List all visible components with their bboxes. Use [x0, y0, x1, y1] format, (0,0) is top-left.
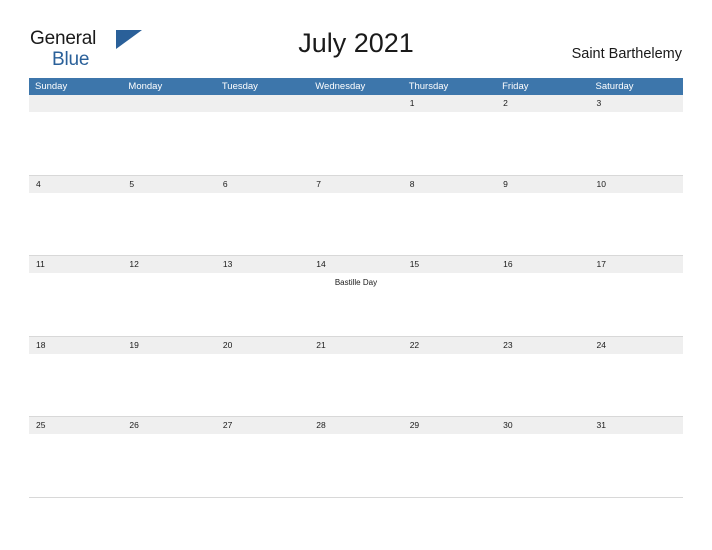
day-number: 25 [29, 417, 123, 434]
calendar-week-row: 18 19 20 21 22 23 24 [29, 336, 683, 417]
day-cell [309, 95, 403, 175]
day-number: 18 [29, 336, 123, 354]
dow-thursday: Thursday [408, 81, 449, 92]
day-cell[interactable]: 25 [29, 417, 123, 497]
day-cell[interactable]: 4 [29, 175, 123, 256]
day-number [29, 95, 123, 112]
day-cell[interactable]: 15 [402, 256, 497, 336]
day-number [122, 95, 216, 112]
day-number: 17 [589, 256, 683, 273]
day-number [309, 95, 403, 112]
calendar-week-row: 1 2 3 [29, 95, 683, 176]
day-number: 2 [496, 95, 590, 112]
calendar-grid: Sunday Monday Tuesday Wednesday Thursday… [29, 78, 683, 498]
day-cell[interactable]: 10 [589, 175, 683, 256]
day-cell[interactable]: 1 [402, 95, 497, 175]
dow-friday: Friday [502, 81, 529, 92]
day-cell[interactable]: 14 Bastille Day [309, 256, 403, 336]
day-cell [215, 95, 310, 175]
day-cell[interactable]: 21 [309, 336, 403, 417]
dow-monday: Monday [128, 81, 163, 92]
day-cell[interactable]: 20 [215, 336, 310, 417]
day-cell[interactable]: 8 [402, 175, 497, 256]
day-number: 27 [215, 417, 310, 434]
day-number: 6 [215, 175, 310, 193]
page-header: General Blue July 2021 Saint Barthelemy [0, 0, 712, 78]
dow-wednesday: Wednesday [315, 81, 366, 92]
day-number: 22 [402, 336, 497, 354]
day-number: 20 [215, 336, 310, 354]
day-number: 23 [496, 336, 590, 354]
calendar-week-row: 4 5 6 7 8 9 10 [29, 175, 683, 256]
day-number: 9 [496, 175, 590, 193]
day-cell[interactable]: 9 [496, 175, 590, 256]
day-number: 24 [589, 336, 683, 354]
day-number: 31 [589, 417, 683, 434]
dow-tuesday: Tuesday [221, 81, 258, 92]
day-cell[interactable]: 27 [215, 417, 310, 497]
calendar-week-row: 25 26 27 28 29 30 31 [29, 417, 683, 498]
day-cell[interactable]: 2 [496, 95, 590, 175]
day-number: 14 [309, 256, 403, 273]
day-cell[interactable]: 16 [496, 256, 590, 336]
day-of-week-header: Sunday Monday Tuesday Wednesday Thursday… [29, 78, 683, 95]
day-cell[interactable]: 30 [496, 417, 590, 497]
day-number: 29 [402, 417, 497, 434]
region-label: Saint Barthelemy [571, 46, 682, 62]
day-number: 26 [122, 417, 216, 434]
day-cell[interactable]: 23 [496, 336, 590, 417]
day-cell[interactable]: 31 [589, 417, 683, 497]
day-number [215, 95, 310, 112]
day-number: 7 [309, 175, 403, 193]
day-cell[interactable]: 29 [402, 417, 497, 497]
day-number: 3 [589, 95, 683, 112]
day-cell[interactable]: 13 [215, 256, 310, 336]
day-cell[interactable]: 3 [589, 95, 683, 175]
day-number: 10 [589, 175, 683, 193]
day-cell[interactable]: 18 [29, 336, 123, 417]
day-number: 28 [309, 417, 403, 434]
dow-saturday: Saturday [595, 81, 634, 92]
day-cell[interactable]: 17 [589, 256, 683, 336]
day-number: 1 [402, 95, 497, 112]
day-cell[interactable]: 7 [309, 175, 403, 256]
day-cell[interactable]: 6 [215, 175, 310, 256]
day-number: 16 [496, 256, 590, 273]
day-cell[interactable]: 11 [29, 256, 123, 336]
day-cell[interactable]: 22 [402, 336, 497, 417]
day-number: 11 [29, 256, 123, 273]
day-cell[interactable]: 5 [122, 175, 216, 256]
day-number: 12 [122, 256, 216, 273]
day-number: 30 [496, 417, 590, 434]
day-cell[interactable]: 19 [122, 336, 216, 417]
day-cell[interactable]: 12 [122, 256, 216, 336]
day-number: 4 [29, 175, 123, 193]
day-number: 15 [402, 256, 497, 273]
day-cell[interactable]: 26 [122, 417, 216, 497]
day-cell[interactable]: 24 [589, 336, 683, 417]
calendar-page: General Blue July 2021 Saint Barthelemy … [0, 0, 712, 550]
day-number: 13 [215, 256, 310, 273]
day-number: 8 [402, 175, 497, 193]
day-cell[interactable]: 28 [309, 417, 403, 497]
dow-sunday: Sunday [35, 81, 68, 92]
day-cell [29, 95, 123, 175]
day-number: 5 [122, 175, 216, 193]
day-number: 19 [122, 336, 216, 354]
day-number: 21 [309, 336, 403, 354]
day-event: Bastille Day [334, 278, 378, 287]
calendar-week-row: 11 12 13 14 Bastille Day 15 16 17 [29, 256, 683, 337]
day-cell [122, 95, 216, 175]
